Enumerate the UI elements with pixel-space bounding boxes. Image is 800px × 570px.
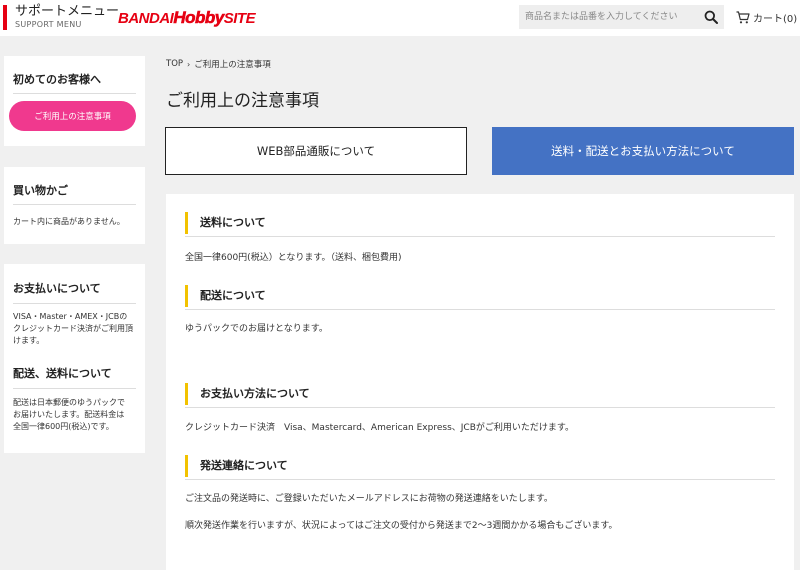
support-menu-accent-bar [3, 5, 7, 30]
sidebar-divider [13, 388, 136, 389]
sidebar-delivery-text: 配送は日本郵便のゆうパックで お届けいたします。配送料金は 全国一律600円(税… [4, 397, 134, 433]
logo-text-bandai: BANDAI [118, 10, 174, 27]
section-text-shipping-notice-2: 順次発送作業を行いますが、状況によってはご注文の受付から発送まで2〜3週間かかる… [185, 521, 618, 531]
cart-label: カート(0) [753, 13, 798, 25]
page-title: ご利用上の注意事項 [166, 91, 319, 111]
breadcrumb-top-link[interactable]: TOP [166, 59, 183, 69]
sidebar-first-time-heading: 初めてのお客様へ [13, 73, 101, 86]
sidebar-divider [13, 93, 136, 94]
site-header: サポートメニュー SUPPORT MENU BANDAI Hobby SITE … [0, 0, 800, 36]
sidebar-cart-box: 買い物かご カート内に商品がありません。 [4, 167, 145, 244]
usage-notes-button[interactable]: ご利用上の注意事項 [9, 101, 136, 131]
section-divider [185, 407, 775, 408]
section-text-shipping-fee: 全国一律600円(税込）となります。（送料、梱包費用) [185, 253, 402, 263]
sidebar-divider [13, 303, 136, 304]
content-panel: 送料について 全国一律600円(税込）となります。（送料、梱包費用) 配送につい… [166, 194, 794, 570]
breadcrumb-current: ご利用上の注意事項 [194, 60, 271, 70]
section-divider [185, 309, 775, 310]
section-text-delivery: ゆうパックでのお届けとなります。 [185, 324, 328, 334]
sidebar-payment-line: VISA・Master・AMEX・JCBの [13, 312, 128, 321]
sidebar-payment-line: けます。 [13, 336, 45, 345]
sidebar-delivery-heading: 配送、送料について [13, 367, 112, 380]
section-title-shipping-notice: 発送連絡について [185, 455, 775, 477]
sidebar-delivery-line: 配送は日本郵便のゆうパックで [13, 398, 125, 407]
cart-link[interactable]: カート(0) [736, 8, 797, 26]
sidebar-cart-heading: 買い物かご [13, 184, 68, 197]
logo-text-site: SITE [223, 10, 256, 27]
search-button[interactable] [702, 8, 720, 26]
section-divider [185, 236, 775, 237]
section-title-shipping-fee: 送料について [185, 212, 775, 234]
section-text-payment-method: クレジットカード決済 Visa、Mastercard、American Expr… [185, 423, 574, 433]
search-input[interactable] [519, 5, 699, 29]
support-menu-title[interactable]: サポートメニュー [15, 4, 119, 19]
tab-web-parts-order[interactable]: WEB部品通販について [165, 127, 467, 175]
breadcrumb: TOP › ご利用上の注意事項 [166, 58, 271, 70]
bandai-hobby-site-logo[interactable]: BANDAI Hobby SITE [118, 8, 256, 28]
search-bar [519, 5, 724, 29]
section-title-delivery: 配送について [185, 285, 775, 307]
sidebar-delivery-line: 全国一律600円(税込)です。 [13, 422, 114, 431]
sidebar-divider [13, 204, 136, 205]
logo-text-hobby: Hobby [173, 8, 224, 28]
section-title-payment-method: お支払い方法について [185, 383, 775, 405]
sidebar-cart-empty-text: カート内に商品がありません。 [13, 217, 125, 226]
cart-icon [736, 10, 750, 23]
sidebar-payment-text: VISA・Master・AMEX・JCBの クレジットカード決済がご利用頂 けま… [4, 311, 142, 347]
section-text-shipping-notice-1: ご注文品の発送時に、ご登録いただいたメールアドレスにお荷物の発送連絡をいたします… [185, 494, 553, 504]
support-menu-subtitle: SUPPORT MENU [15, 20, 82, 29]
sidebar-delivery-line: お届けいたします。配送料金は [13, 410, 125, 419]
sidebar-payment-line: クレジットカード決済がご利用頂 [13, 324, 133, 333]
section-divider [185, 479, 775, 480]
tab-shipping-and-payment[interactable]: 送料・配送とお支払い方法について [492, 127, 794, 175]
breadcrumb-separator: › [187, 59, 191, 69]
sidebar-info-box: お支払いについて VISA・Master・AMEX・JCBの クレジットカード決… [4, 264, 145, 453]
search-icon [704, 10, 718, 24]
sidebar-payment-heading: お支払いについて [13, 282, 101, 295]
